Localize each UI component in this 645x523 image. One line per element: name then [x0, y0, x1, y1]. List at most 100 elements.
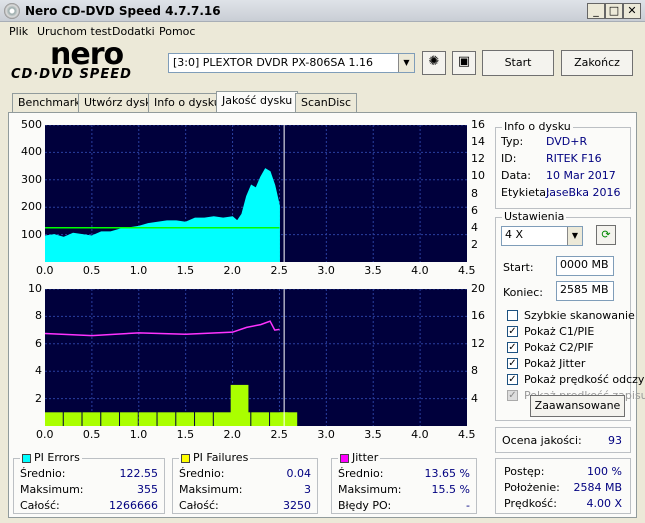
checkbox-3[interactable]: ✓ [507, 358, 518, 369]
speed-value: 4.00 X [586, 497, 622, 510]
jitter-max-value: 15.5 % [431, 483, 470, 496]
jitter-title: Jitter [352, 451, 379, 464]
pi-failures-y-right-tick: 16 [471, 309, 485, 323]
quality-value: 93 [608, 434, 622, 447]
speed-select-value: 4 X [505, 228, 524, 241]
drive-select[interactable]: [3:0] PLEXTOR DVDR PX-806SA 1.16 ▼ [168, 53, 415, 73]
chevron-down-icon[interactable]: ▼ [398, 54, 414, 72]
pi-failures-y-left-tick: 6 [35, 336, 42, 350]
pi-errors-x-tick: 1.5 [176, 264, 195, 277]
pi-failures-bar [279, 412, 298, 426]
jitter-swatch [340, 453, 349, 463]
pi-failures-total-value: 3250 [283, 499, 311, 512]
pi-failures-bar [213, 412, 232, 426]
app-disc-icon [4, 3, 20, 19]
speed-select[interactable]: 4 X ▼ [501, 226, 583, 246]
pi-failures-x-tick: 0.5 [82, 428, 101, 441]
settings-group: Ustawienia 4 X ▼ ⟳ Start: 0000 MB Koniec… [495, 210, 645, 421]
tab-info-o-dysku[interactable]: Info o dysku [148, 93, 227, 113]
pi-errors-y-right-tick: 16 [471, 118, 485, 131]
checkbox-1[interactable]: ✓ [507, 326, 518, 337]
maximize-button[interactable]: □ [605, 3, 623, 19]
start-button[interactable]: Start [482, 50, 554, 76]
checkbox-0[interactable] [507, 310, 518, 321]
pi-errors-y-right-tick: 12 [471, 152, 485, 166]
eject-button[interactable]: ✺ [422, 51, 446, 75]
start-label: Start: [503, 261, 534, 274]
minimize-button[interactable]: _ [587, 3, 605, 19]
pi-errors-y-left-tick: 500 [21, 118, 42, 131]
pi-failures-y-left-tick: 4 [35, 364, 42, 378]
floppy-disk-icon: ▣ [457, 54, 471, 69]
checkbox-label-1: Pokaż C1/PIE [524, 325, 595, 338]
disc-info-title: Info o dysku [502, 120, 573, 133]
settings-title: Ustawienia [502, 210, 567, 223]
save-button[interactable]: ▣ [452, 51, 476, 75]
tab-benchmark[interactable]: Benchmark [12, 93, 87, 113]
pi-failures-x-tick: 3.0 [317, 428, 335, 441]
pi-failures-total-label: Całość: [179, 499, 219, 512]
speed-label: Prędkość: [504, 497, 557, 510]
pi-errors-x-tick: 3.0 [317, 264, 335, 277]
po-errors-label: Błędy PO: [338, 499, 392, 512]
drive-select-value: [3:0] PLEXTOR DVDR PX-806SA 1.16 [173, 56, 374, 69]
jitter-title-wrap: Jitter [338, 451, 381, 464]
pi-errors-avg-value: 122.55 [119, 467, 159, 480]
end-input[interactable]: 2585 MB [556, 281, 614, 301]
pi-failures-y-right-tick: 4 [471, 391, 478, 405]
pi-failures-title: PI Failures [193, 451, 249, 464]
pi-errors-chart: 0.0 0.5 1.0 1.5 2.0 2.5 3.0 3.5 4.0 4.5 500 400 300 2… [9, 118, 489, 284]
checkbox-label-4: Pokaż prędkość odczy [524, 373, 645, 386]
tab-scandisc[interactable]: ScanDisc [295, 93, 358, 113]
logo-cd-dvd-speed-text: CD·DVD SPEED [11, 67, 132, 82]
close-button[interactable]: ✕ [623, 3, 641, 19]
position-value: 2584 MB [573, 481, 622, 494]
pi-failures-bar [232, 412, 251, 426]
advanced-button[interactable]: Zaawansowane [530, 395, 625, 417]
disc-date-label: Data: [501, 169, 531, 182]
pi-errors-y-right-tick: 10 [471, 169, 485, 183]
pi-failures-y-right-tick: 12 [471, 336, 485, 350]
end-button[interactable]: Zakończ [561, 50, 633, 76]
tab-jakosc-dysku[interactable]: Jakość dysku [216, 91, 299, 114]
pi-failures-x-tick: 1.0 [129, 428, 148, 441]
menu-pomoc[interactable]: Pomoc [159, 25, 195, 38]
pi-failures-y-right-tick: 8 [471, 364, 478, 378]
disc-label-value: JaseBka 2016 [546, 186, 621, 199]
pi-errors-y-right-tick: 4 [471, 220, 478, 234]
pi-failures-x-tick: 3.5 [364, 428, 382, 441]
checkbox-4[interactable]: ✓ [507, 374, 518, 385]
refresh-speed-button[interactable]: ⟳ [596, 225, 616, 245]
tab-panel: 0.0 0.5 1.0 1.5 2.0 2.5 3.0 3.5 4.0 4.5 500 400 300 2… [8, 112, 645, 518]
quality-label: Ocena jakości: [502, 434, 582, 447]
window-title: Nero CD-DVD Speed 4.7.7.16 [25, 4, 221, 18]
pi-errors-x-tick: 0.0 [36, 264, 54, 277]
pi-errors-x-tick: 4.0 [411, 264, 429, 277]
po-errors-value: - [466, 499, 470, 512]
pi-failures-title-wrap: PI Failures [179, 451, 251, 464]
menu-plik[interactable]: Plik [9, 25, 28, 38]
pi-errors-svg [44, 124, 467, 263]
pi-errors-x-tick: 3.5 [364, 264, 382, 277]
pi-failures-x-tick: 2.0 [223, 428, 242, 441]
pi-errors-x-tick: 0.5 [82, 264, 101, 277]
pi-failures-bar [120, 412, 138, 426]
pi-failures-max-value: 3 [304, 483, 311, 496]
checkbox-2[interactable]: ✓ [507, 342, 518, 353]
pi-failures-y-left-tick: 2 [35, 391, 42, 405]
chevron-down-icon[interactable]: ▼ [567, 227, 582, 245]
tab-utworz-dysk[interactable]: Utwórz dysk [78, 93, 158, 113]
pi-failures-max-label: Maksimum: [179, 483, 243, 496]
progress-value: 100 % [587, 465, 622, 478]
pi-errors-max-label: Maksimum: [20, 483, 84, 496]
start-input[interactable]: 0000 MB [556, 256, 614, 276]
jitter-avg-label: Średnio: [338, 467, 384, 480]
pi-errors-y-left-tick: 400 [21, 145, 42, 159]
disc-id-label: ID: [501, 152, 517, 165]
pi-errors-x-tick: 4.5 [458, 264, 476, 277]
pi-failures-plot [44, 288, 467, 426]
pi-failures-avg-label: Średnio: [179, 467, 225, 480]
disc-id-value: RITEK F16 [546, 152, 602, 165]
checkbox-label-0: Szybkie skanowanie [524, 309, 635, 322]
end-label: Koniec: [503, 286, 543, 299]
